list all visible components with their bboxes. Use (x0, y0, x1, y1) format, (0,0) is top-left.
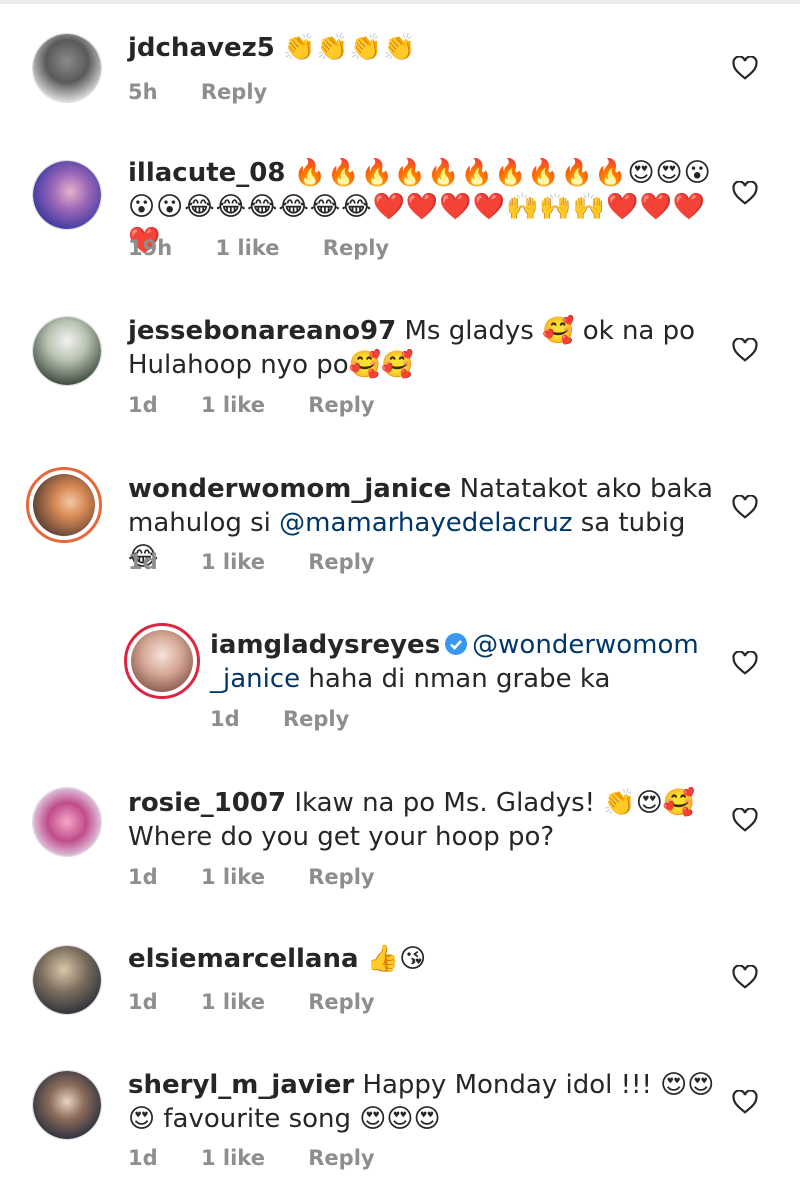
reply-button[interactable]: Reply (283, 707, 349, 731)
comment-likes[interactable]: 1 like (201, 550, 265, 574)
comment-meta: 1d 1 like Reply (128, 865, 411, 889)
heart-outline-icon[interactable] (732, 651, 758, 675)
heart-outline-icon[interactable] (732, 338, 758, 362)
reply-button[interactable]: Reply (308, 1146, 374, 1170)
comment-username[interactable]: rosie_1007 (128, 788, 286, 818)
comment-time: 1d (128, 1146, 158, 1170)
comment-likes[interactable]: 1 like (201, 865, 265, 889)
comment-time: 1d (128, 990, 158, 1014)
heart-outline-icon[interactable] (732, 1090, 758, 1114)
comment-time: 1d (128, 865, 158, 889)
heart-outline-icon[interactable] (732, 181, 758, 205)
avatar-story-ring[interactable] (124, 623, 200, 699)
comment-username[interactable]: jessebonareano97 (128, 316, 396, 346)
comment-likes[interactable]: 1 like (216, 236, 280, 260)
verified-badge-icon (445, 633, 468, 655)
comment-username[interactable]: wonderwomom_janice (128, 474, 451, 504)
comment-username[interactable]: elsiemarcellana (128, 944, 359, 974)
comment-time: 19h (128, 236, 173, 260)
comment-meta: 1d 1 like Reply (128, 1146, 411, 1170)
reply-button[interactable]: Reply (323, 236, 389, 260)
avatar[interactable] (32, 33, 102, 103)
comment-text: jessebonareano97 Ms gladys 🥰 ok na po Hu… (128, 314, 718, 382)
comment-time: 1d (128, 550, 158, 574)
comment-text: elsiemarcellana 👍😘 (128, 942, 718, 976)
avatar[interactable] (32, 1070, 102, 1140)
mention-link[interactable]: @mamarhayedelacruz (279, 508, 572, 538)
comment-meta: 1d Reply (210, 707, 385, 731)
heart-outline-icon[interactable] (732, 808, 758, 832)
top-divider (0, 0, 800, 4)
avatar[interactable] (32, 316, 102, 386)
reply-button[interactable]: Reply (308, 865, 374, 889)
comment-content: 👍😘 (366, 944, 427, 974)
comment-meta: 1d 1 like Reply (128, 990, 411, 1014)
comment-likes[interactable]: 1 like (201, 393, 265, 417)
reply-button[interactable]: Reply (308, 550, 374, 574)
comment-meta: 5h Reply (128, 80, 303, 104)
comment-meta: 1d 1 like Reply (128, 393, 411, 417)
avatar[interactable] (32, 160, 102, 230)
heart-outline-icon[interactable] (732, 965, 758, 989)
comment-time: 5h (128, 80, 158, 104)
reply-text: iamgladysreyes @wonderwomom _janice haha … (210, 628, 720, 696)
comment-username[interactable]: jdchavez5 (128, 33, 275, 63)
heart-outline-icon[interactable] (732, 495, 758, 519)
avatar-story-ring[interactable] (26, 467, 102, 543)
comment-likes[interactable]: 1 like (201, 990, 265, 1014)
comment-username[interactable]: illacute_08 (128, 158, 285, 188)
comment-text: rosie_1007 Ikaw na po Ms. Gladys! 👏😍🥰 Wh… (128, 786, 718, 854)
avatar[interactable] (32, 787, 102, 857)
comment-text: jdchavez5 👏👏👏👏 (128, 31, 718, 65)
comment-username[interactable]: sheryl_m_javier (128, 1070, 354, 1100)
comment-username[interactable]: iamgladysreyes (210, 630, 440, 660)
comment-content: haha di nman grabe ka (300, 664, 611, 694)
comment-text: sheryl_m_javier Happy Monday idol !!! 😍😍… (128, 1068, 718, 1136)
reply-button[interactable]: Reply (308, 393, 374, 417)
heart-outline-icon[interactable] (732, 56, 758, 80)
comment-time: 1d (128, 393, 158, 417)
reply-button[interactable]: Reply (308, 990, 374, 1014)
comment-meta: 19h 1 like Reply (128, 236, 425, 260)
comment-meta: 1d 1 like Reply (128, 550, 411, 574)
comment-likes[interactable]: 1 like (201, 1146, 265, 1170)
comment-time: 1d (210, 707, 240, 731)
avatar[interactable] (32, 945, 102, 1015)
reply-button[interactable]: Reply (201, 80, 267, 104)
comment-content: 👏👏👏👏 (283, 33, 417, 63)
